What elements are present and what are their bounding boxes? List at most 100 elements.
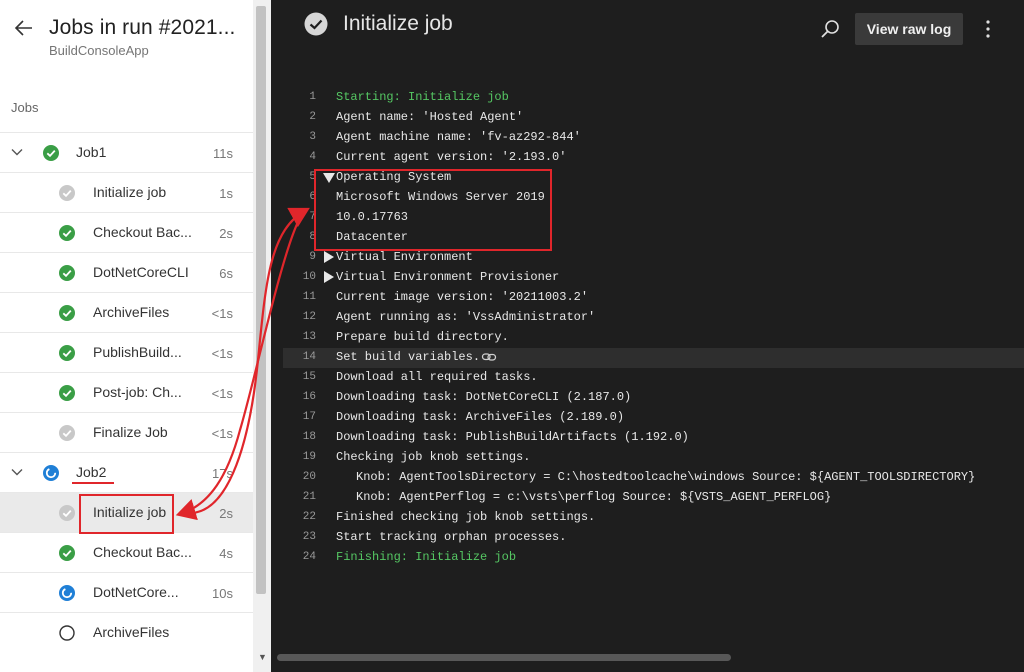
line-number[interactable]: 11 [296,288,316,306]
line-number[interactable]: 19 [296,448,316,466]
running-spinner-icon [59,585,75,601]
step-row[interactable]: Post-job: Ch... <1s [0,372,253,412]
log-line: 14 Set build variables. [283,348,1024,368]
step-name: Checkout Bac... [93,544,192,560]
expand-triangle-icon[interactable] [324,251,334,263]
line-number[interactable]: 7 [296,208,316,226]
log-line: 12 Agent running as: 'VssAdministrator' [271,308,1024,328]
log-text: Agent running as: 'VssAdministrator' [336,310,596,324]
success-check-icon [59,385,75,401]
success-check-icon [59,545,75,561]
line-number[interactable]: 8 [296,228,316,246]
chevron-down-icon[interactable] [10,465,24,479]
job-row[interactable]: Job2 17s [0,452,253,492]
log-line: 9 Virtual Environment [271,248,1024,268]
line-number[interactable]: 4 [296,148,316,166]
job-name: Job1 [76,144,107,160]
line-number[interactable]: 22 [296,508,316,526]
link-icon[interactable] [481,349,497,365]
duration: 17s [212,466,233,481]
job-list: Job1 11s Initialize job 1s Checkout Bac... 2s… [0,132,253,652]
chevron-down-icon[interactable] [10,145,24,159]
log-text: Prepare build directory. [336,330,509,344]
log-text: Set build variables. [336,350,481,364]
log-text: Downloading task: PublishBuildArtifacts … [336,430,689,444]
log-text: Virtual Environment Provisioner [336,270,560,284]
duration: <1s [211,306,233,321]
log-text: Download all required tasks. [336,370,538,384]
line-number[interactable]: 5 [296,168,316,186]
step-name: Initialize job [93,184,167,200]
line-number[interactable]: 24 [296,548,316,566]
scroll-down-icon[interactable]: ▼ [258,652,267,662]
log-line: 1 Starting: Initialize job [271,88,1024,108]
line-number[interactable]: 9 [296,248,316,266]
log-text: Agent machine name: 'fv-az292-844' [336,130,581,144]
annotation-highlight-os [314,169,552,251]
log-text: Current agent version: '2.193.0' [336,150,567,164]
log-text: Start tracking orphan processes. [336,530,567,544]
duration: <1s [211,346,233,361]
step-name: DotNetCoreCLI [93,264,189,280]
line-number[interactable]: 1 [296,88,316,106]
step-row[interactable]: Checkout Bac... 2s [0,212,253,252]
step-title: Initialize job [343,12,453,35]
line-number[interactable]: 20 [296,468,316,486]
step-row[interactable]: Initialize job 1s [0,172,253,212]
line-number[interactable]: 3 [296,128,316,146]
step-row[interactable]: ArchiveFiles <1s [0,292,253,332]
job-row[interactable]: Job1 11s [0,132,253,172]
step-row[interactable]: Checkout Bac... 4s [0,532,253,572]
step-status-check-icon [304,12,328,36]
step-row[interactable]: Finalize Job <1s [0,412,253,452]
scrollbar-thumb[interactable] [256,6,266,594]
line-number[interactable]: 16 [296,388,316,406]
log-text: Knob: AgentToolsDirectory = C:\hostedtoo… [356,470,976,484]
log-text: Downloading task: DotNetCoreCLI (2.187.0… [336,390,632,404]
step-row[interactable]: DotNetCore... 10s [0,572,253,612]
view-raw-log-button[interactable]: View raw log [855,13,963,45]
log-text: Knob: AgentPerflog = c:\vsts\perflog Sou… [356,490,832,504]
line-number[interactable]: 14 [296,348,316,366]
line-number[interactable]: 10 [296,268,316,286]
log-line: 19 Checking job knob settings. [271,448,1024,468]
duration: <1s [211,386,233,401]
line-number[interactable]: 23 [296,528,316,546]
step-name: DotNetCore... [93,584,179,600]
run-title: Jobs in run #2021... [49,16,236,39]
line-number[interactable]: 12 [296,308,316,326]
log-line: 13 Prepare build directory. [271,328,1024,348]
line-number[interactable]: 18 [296,428,316,446]
line-number[interactable]: 6 [296,188,316,206]
skipped-check-icon [59,505,75,521]
line-number[interactable]: 17 [296,408,316,426]
duration: 10s [212,586,233,601]
step-row[interactable]: PublishBuild... <1s [0,332,253,372]
line-number[interactable]: 21 [296,488,316,506]
job-name: Job2 [76,464,107,480]
jobs-section-label: Jobs [11,100,39,115]
success-check-icon [59,345,75,361]
more-options-icon[interactable] [980,17,996,41]
annotation-highlight-step [79,494,174,534]
log-text: Finished checking job knob settings. [336,510,596,524]
line-number[interactable]: 2 [296,108,316,126]
back-arrow-icon[interactable] [12,18,36,42]
pending-circle-icon [59,625,75,641]
duration: 4s [219,546,233,561]
search-icon[interactable] [820,19,840,39]
success-check-icon [59,305,75,321]
log-line: 11 Current image version: '20211003.2' [271,288,1024,308]
step-name: ArchiveFiles [93,624,170,640]
log-line: 2 Agent name: 'Hosted Agent' [271,108,1024,128]
duration: <1s [211,426,233,441]
horizontal-scrollbar[interactable] [277,654,731,661]
step-row[interactable]: DotNetCoreCLI 6s [0,252,253,292]
step-name: Checkout Bac... [93,224,192,240]
expand-triangle-icon[interactable] [324,271,334,283]
skipped-check-icon [59,425,75,441]
line-number[interactable]: 15 [296,368,316,386]
line-number[interactable]: 13 [296,328,316,346]
log-output: 1 Starting: Initialize job 2 Agent name: 'H… [271,88,1024,568]
step-row[interactable]: ArchiveFiles [0,612,253,652]
